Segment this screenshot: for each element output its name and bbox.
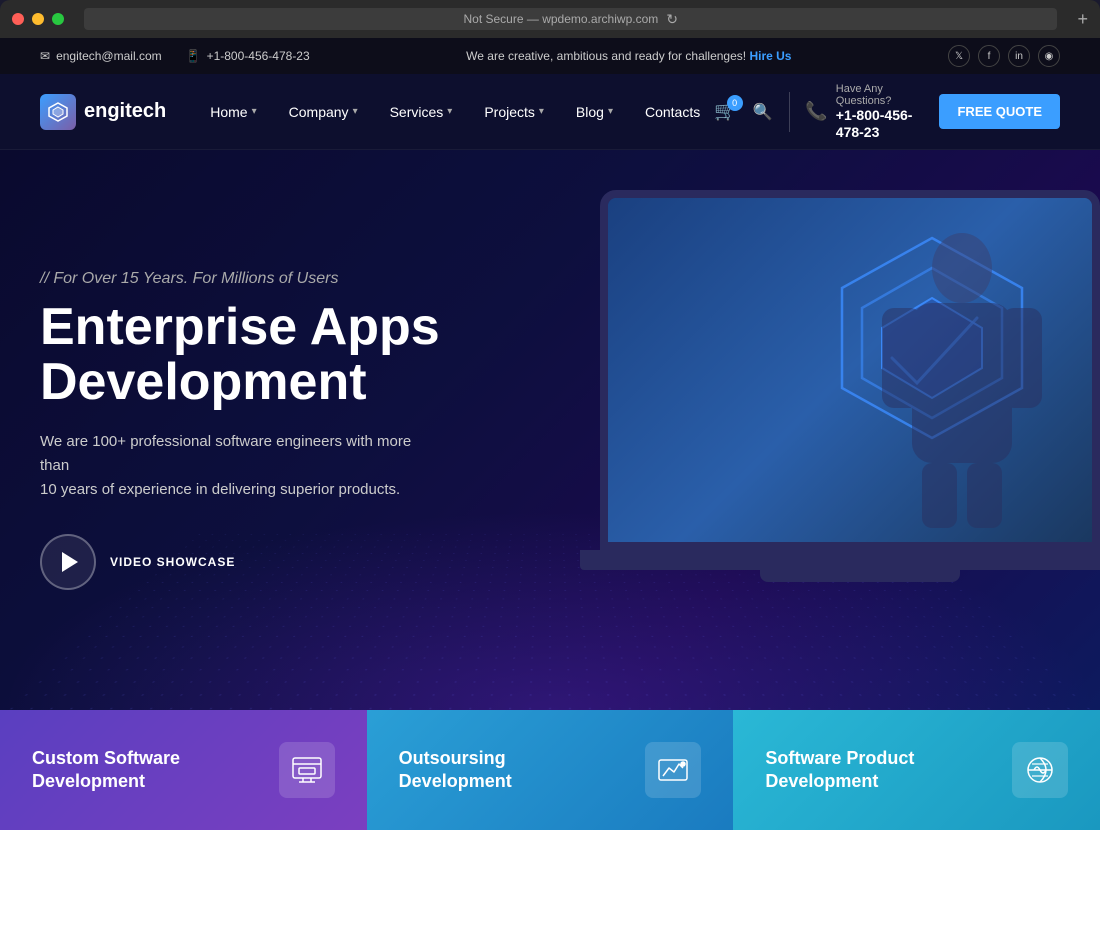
play-circle [40,534,96,590]
top-bar-contact: ✉ engitech@mail.com 📱 +1-800-456-478-23 [40,49,310,63]
hero-eyebrow: // For Over 15 Years. For Millions of Us… [40,270,440,288]
nav-contacts[interactable]: Contacts [631,96,714,128]
nav-services-arrow: ▾ [447,106,452,117]
new-tab-button[interactable]: + [1077,9,1088,30]
hero-content: // For Over 15 Years. For Millions of Us… [40,270,440,589]
cart-badge: 0 [727,95,743,111]
hero-section: // For Over 15 Years. For Millions of Us… [0,150,1100,710]
laptop-outer [600,190,1100,550]
email-text: engitech@mail.com [56,49,162,63]
play-icon [62,552,78,572]
email-icon: ✉ [40,49,50,63]
header-right: 🛒 0 🔍 📞 Have Any Questions? +1-800-456-4… [714,83,1060,141]
card-1-title: Custom SoftwareDevelopment [32,747,180,794]
address-bar[interactable]: Not Secure — wpdemo.archiwp.com ↻ [84,8,1057,30]
service-card-outsourcing[interactable]: OutsoursingDevelopment [367,710,734,830]
laptop-screen [608,198,1092,542]
video-label: VIDEO SHOWCASE [110,555,235,569]
card-3-icon [1012,742,1068,798]
white-section [0,830,1100,947]
logo[interactable]: engitech [40,94,166,130]
hero-laptop-image [600,190,1100,610]
hero-title: Enterprise Apps Development [40,300,440,409]
instagram-icon[interactable]: ◉ [1038,45,1060,67]
nav-blog[interactable]: Blog ▾ [562,96,627,128]
top-bar-promo: We are creative, ambitious and ready for… [466,49,791,63]
phone-icon: 📱 [186,49,201,63]
nav-services[interactable]: Services ▾ [376,96,467,128]
service-card-custom[interactable]: Custom SoftwareDevelopment [0,710,367,830]
service-card-product[interactable]: Software ProductDevelopment [733,710,1100,830]
header: engitech Home ▾ Company ▾ Services ▾ Pro… [0,74,1100,150]
nav-home-arrow: ▾ [252,106,257,117]
twitter-icon[interactable]: 𝕏 [948,45,970,67]
social-links: 𝕏 f in ◉ [948,45,1060,67]
cart-button[interactable]: 🛒 0 [714,101,736,122]
email-info: ✉ engitech@mail.com [40,49,162,63]
card-2-title: OutsoursingDevelopment [399,747,512,794]
close-dot[interactable] [12,13,24,25]
have-questions-text: Have Any Questions? [836,83,924,107]
phone-text: +1-800-456-478-23 [207,49,310,63]
laptop-stand [760,570,960,582]
nav-home[interactable]: Home ▾ [196,96,270,128]
header-phone: 📞 Have Any Questions? +1-800-456-478-23 [805,83,923,141]
browser-chrome: Not Secure — wpdemo.archiwp.com ↻ + [0,0,1100,38]
service-cards: Custom SoftwareDevelopment OutsoursingDe… [0,710,1100,830]
card-3-title: Software ProductDevelopment [765,747,914,794]
linkedin-icon[interactable]: in [1008,45,1030,67]
hero-title-line1: Enterprise Apps [40,298,440,356]
reload-icon[interactable]: ↻ [666,11,678,28]
nav-company-arrow: ▾ [353,106,358,117]
nav-blog-arrow: ▾ [608,106,613,117]
promo-text: We are creative, ambitious and ready for… [466,49,746,63]
nav-projects[interactable]: Projects ▾ [470,96,558,128]
hero-title-line2: Development [40,353,367,411]
nav-projects-arrow: ▾ [539,106,544,117]
header-phone-number: +1-800-456-478-23 [836,107,924,141]
maximize-dot[interactable] [52,13,64,25]
phone-info: 📱 +1-800-456-478-23 [186,49,310,63]
header-divider [789,92,790,132]
logo-icon [40,94,76,130]
main-nav: Home ▾ Company ▾ Services ▾ Projects ▾ B… [196,96,714,128]
facebook-icon[interactable]: f [978,45,1000,67]
search-button[interactable]: 🔍 [753,102,773,122]
laptop-base [580,550,1100,570]
nav-company[interactable]: Company ▾ [275,96,372,128]
free-quote-button[interactable]: FREE QUOTE [939,94,1060,129]
minimize-dot[interactable] [32,13,44,25]
video-showcase-button[interactable]: VIDEO SHOWCASE [40,534,440,590]
address-text: Not Secure — wpdemo.archiwp.com [464,12,659,26]
logo-text: engitech [84,100,166,123]
card-2-icon [645,742,701,798]
top-bar: ✉ engitech@mail.com 📱 +1-800-456-478-23 … [0,38,1100,74]
hero-description: We are 100+ professional software engine… [40,430,440,502]
hire-link[interactable]: Hire Us [749,49,791,63]
phone-call-icon: 📞 [805,101,827,122]
card-1-icon [279,742,335,798]
